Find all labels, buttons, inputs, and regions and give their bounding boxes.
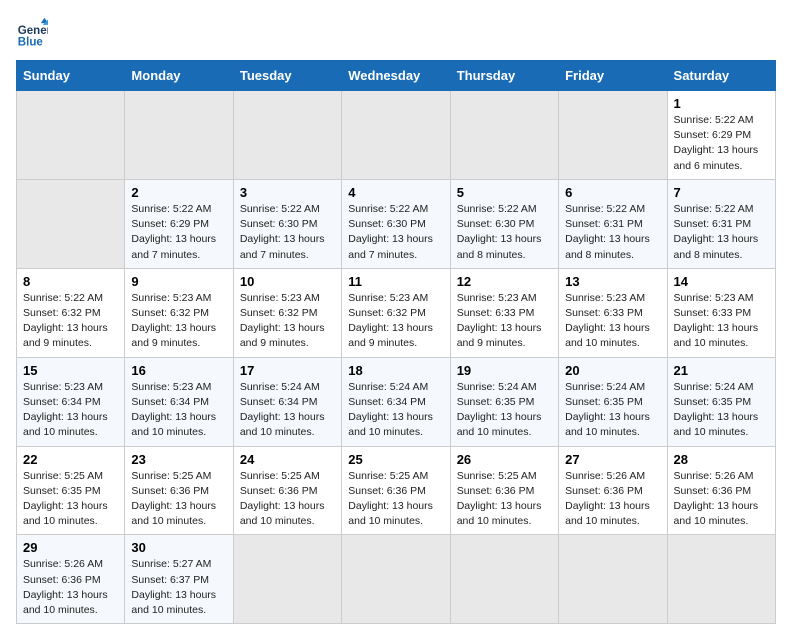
day-cell: 3Sunrise: 5:22 AMSunset: 6:30 PMDaylight… bbox=[233, 179, 341, 268]
empty-cell bbox=[667, 535, 775, 624]
empty-cell bbox=[559, 535, 667, 624]
empty-cell bbox=[233, 91, 341, 180]
day-cell: 21Sunrise: 5:24 AMSunset: 6:35 PMDayligh… bbox=[667, 357, 775, 446]
day-cell: 7Sunrise: 5:22 AMSunset: 6:31 PMDaylight… bbox=[667, 179, 775, 268]
day-cell: 19Sunrise: 5:24 AMSunset: 6:35 PMDayligh… bbox=[450, 357, 558, 446]
logo: General Blue bbox=[16, 16, 48, 48]
weekday-header: Sunday bbox=[17, 61, 125, 91]
day-cell: 10Sunrise: 5:23 AMSunset: 6:32 PMDayligh… bbox=[233, 268, 341, 357]
day-cell: 12Sunrise: 5:23 AMSunset: 6:33 PMDayligh… bbox=[450, 268, 558, 357]
day-cell: 14Sunrise: 5:23 AMSunset: 6:33 PMDayligh… bbox=[667, 268, 775, 357]
logo-icon: General Blue bbox=[16, 16, 48, 48]
day-cell: 22Sunrise: 5:25 AMSunset: 6:35 PMDayligh… bbox=[17, 446, 125, 535]
day-cell: 13Sunrise: 5:23 AMSunset: 6:33 PMDayligh… bbox=[559, 268, 667, 357]
weekday-header: Saturday bbox=[667, 61, 775, 91]
empty-cell bbox=[450, 535, 558, 624]
day-cell: 11Sunrise: 5:23 AMSunset: 6:32 PMDayligh… bbox=[342, 268, 450, 357]
svg-text:Blue: Blue bbox=[18, 36, 44, 48]
svg-text:General: General bbox=[18, 25, 48, 37]
day-cell: 9Sunrise: 5:23 AMSunset: 6:32 PMDaylight… bbox=[125, 268, 233, 357]
day-cell: 8Sunrise: 5:22 AMSunset: 6:32 PMDaylight… bbox=[17, 268, 125, 357]
day-cell: 4Sunrise: 5:22 AMSunset: 6:30 PMDaylight… bbox=[342, 179, 450, 268]
day-cell: 2Sunrise: 5:22 AMSunset: 6:29 PMDaylight… bbox=[125, 179, 233, 268]
day-cell: 25Sunrise: 5:25 AMSunset: 6:36 PMDayligh… bbox=[342, 446, 450, 535]
empty-cell bbox=[342, 535, 450, 624]
day-cell: 29Sunrise: 5:26 AMSunset: 6:36 PMDayligh… bbox=[17, 535, 125, 624]
empty-cell bbox=[342, 91, 450, 180]
day-cell: 28Sunrise: 5:26 AMSunset: 6:36 PMDayligh… bbox=[667, 446, 775, 535]
day-cell: 5Sunrise: 5:22 AMSunset: 6:30 PMDaylight… bbox=[450, 179, 558, 268]
empty-cell bbox=[17, 91, 125, 180]
day-cell: 26Sunrise: 5:25 AMSunset: 6:36 PMDayligh… bbox=[450, 446, 558, 535]
day-cell: 6Sunrise: 5:22 AMSunset: 6:31 PMDaylight… bbox=[559, 179, 667, 268]
empty-cell bbox=[559, 91, 667, 180]
day-cell: 18Sunrise: 5:24 AMSunset: 6:34 PMDayligh… bbox=[342, 357, 450, 446]
day-cell: 30Sunrise: 5:27 AMSunset: 6:37 PMDayligh… bbox=[125, 535, 233, 624]
day-cell: 15Sunrise: 5:23 AMSunset: 6:34 PMDayligh… bbox=[17, 357, 125, 446]
day-cell: 20Sunrise: 5:24 AMSunset: 6:35 PMDayligh… bbox=[559, 357, 667, 446]
day-cell: 1Sunrise: 5:22 AMSunset: 6:29 PMDaylight… bbox=[667, 91, 775, 180]
weekday-header: Friday bbox=[559, 61, 667, 91]
calendar-header: SundayMondayTuesdayWednesdayThursdayFrid… bbox=[17, 61, 776, 91]
header: General Blue bbox=[16, 16, 776, 48]
weekday-header: Tuesday bbox=[233, 61, 341, 91]
calendar-table: SundayMondayTuesdayWednesdayThursdayFrid… bbox=[16, 60, 776, 624]
day-cell: 27Sunrise: 5:26 AMSunset: 6:36 PMDayligh… bbox=[559, 446, 667, 535]
day-cell: 17Sunrise: 5:24 AMSunset: 6:34 PMDayligh… bbox=[233, 357, 341, 446]
empty-cell bbox=[17, 179, 125, 268]
empty-cell bbox=[125, 91, 233, 180]
calendar-body: 1Sunrise: 5:22 AMSunset: 6:29 PMDaylight… bbox=[17, 91, 776, 624]
weekday-header: Monday bbox=[125, 61, 233, 91]
weekday-header: Thursday bbox=[450, 61, 558, 91]
empty-cell bbox=[450, 91, 558, 180]
day-cell: 24Sunrise: 5:25 AMSunset: 6:36 PMDayligh… bbox=[233, 446, 341, 535]
day-cell: 23Sunrise: 5:25 AMSunset: 6:36 PMDayligh… bbox=[125, 446, 233, 535]
weekday-header: Wednesday bbox=[342, 61, 450, 91]
day-cell: 16Sunrise: 5:23 AMSunset: 6:34 PMDayligh… bbox=[125, 357, 233, 446]
empty-cell bbox=[233, 535, 341, 624]
